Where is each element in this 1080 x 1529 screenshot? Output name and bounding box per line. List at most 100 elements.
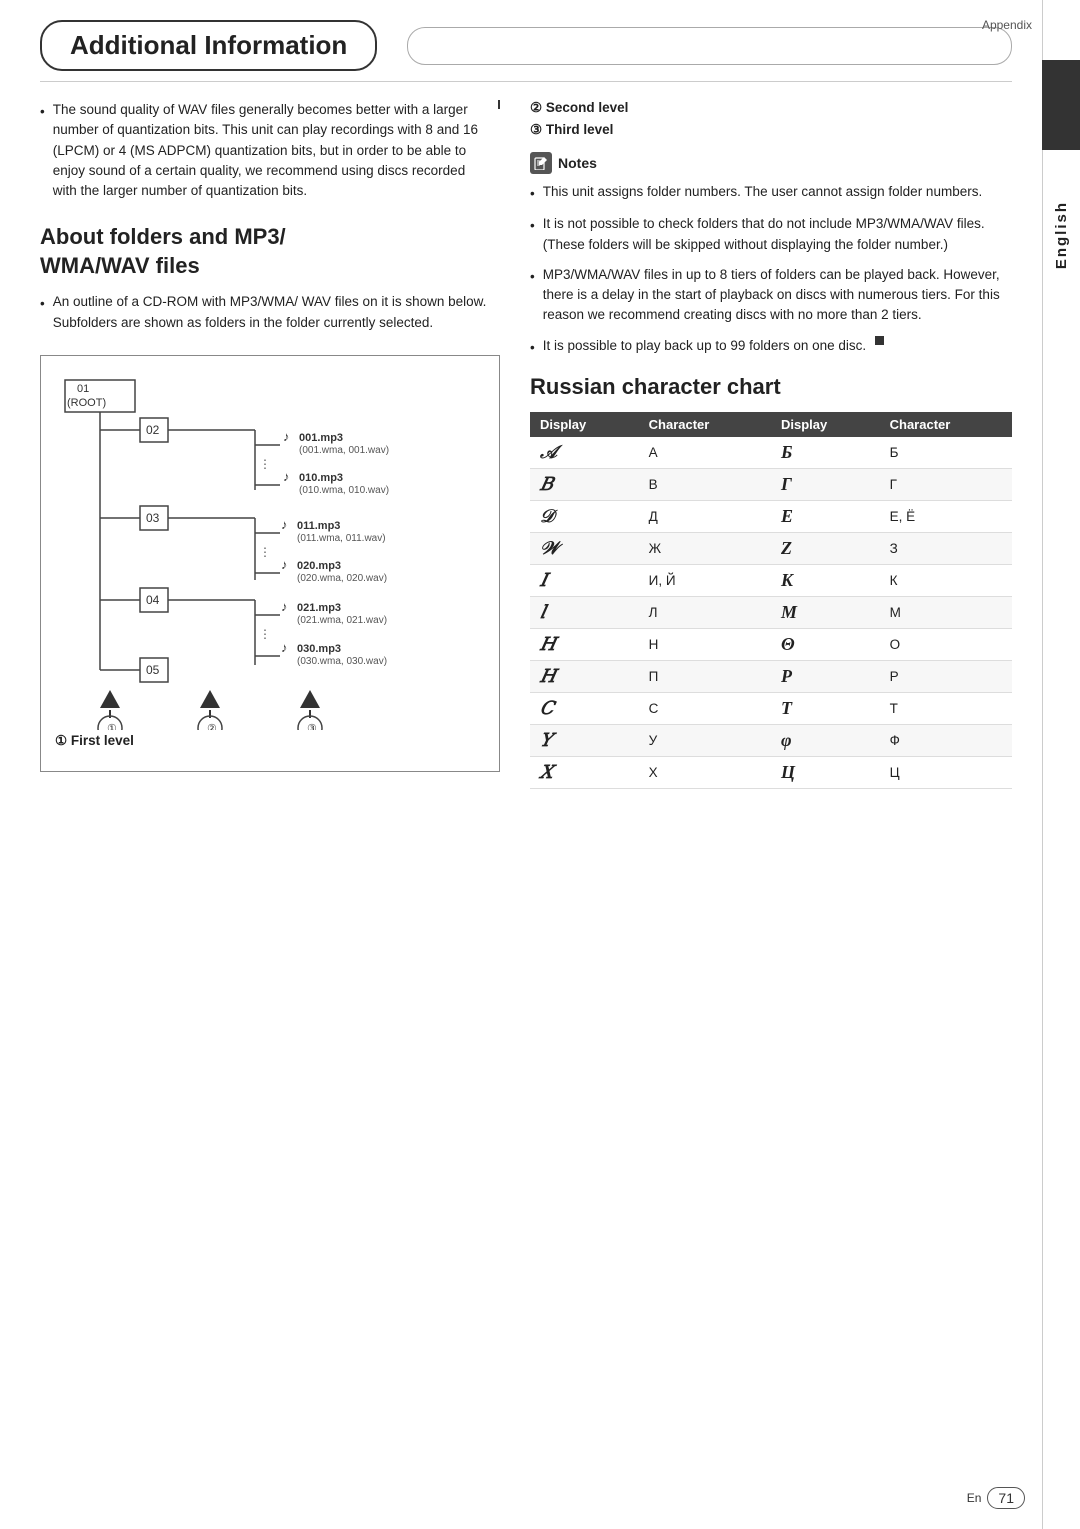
char-1: С (639, 692, 771, 724)
svg-text:02: 02 (146, 423, 160, 437)
third-level-text: ③ Third level (530, 122, 613, 138)
right-tab: English (1042, 0, 1080, 1529)
intro-text: The sound quality of WAV files generally… (53, 100, 489, 201)
char-1: Н (639, 628, 771, 660)
svg-text:020.mp3: 020.mp3 (297, 560, 341, 572)
bullet-dot-n4: • (530, 338, 535, 358)
svg-text:(020.wma, 020.wav): (020.wma, 020.wav) (297, 573, 387, 584)
display-char-1: 𝐵 (530, 468, 639, 500)
display-char-2: Κ (771, 564, 880, 596)
svg-text:05: 05 (146, 663, 160, 677)
char-2: Б (880, 437, 1012, 469)
second-level: ② Second level (530, 100, 1012, 116)
svg-text:03: 03 (146, 511, 160, 525)
note-item-4: • It is possible to play back up to 99 f… (530, 336, 1012, 358)
stop-icon (498, 100, 500, 109)
col-header-char1: Character (639, 412, 771, 437)
col-header-display1: Display (530, 412, 639, 437)
svg-text:♪: ♪ (283, 429, 290, 444)
bullet-dot-2: • (40, 294, 45, 333)
svg-text:♪: ♪ (283, 469, 290, 484)
note-item-3: • MP3/WMA/WAV files in up to 8 tiers of … (530, 265, 1012, 326)
two-columns: • The sound quality of WAV files general… (40, 100, 1012, 789)
note-item-1: • This unit assigns folder numbers. The … (530, 182, 1012, 204)
bullet-dot-n2: • (530, 216, 535, 255)
svg-text:(010.wma, 010.wav): (010.wma, 010.wav) (299, 485, 389, 496)
en-label: En (967, 1491, 982, 1505)
svg-text:(ROOT): (ROOT) (67, 397, 106, 409)
note-text-4: It is possible to play back up to 99 fol… (543, 336, 866, 358)
page-title: Additional Information (40, 20, 377, 71)
table-row: 𝐻 П Ρ Р (530, 660, 1012, 692)
svg-text:001.mp3: 001.mp3 (299, 432, 343, 444)
notes-title: Notes (558, 155, 597, 171)
table-row: 𝐵 В Г Г (530, 468, 1012, 500)
display-char-2: Ρ (771, 660, 880, 692)
display-char-2: Τ (771, 692, 880, 724)
svg-text:021.mp3: 021.mp3 (297, 602, 341, 614)
intro-bullet-section: • The sound quality of WAV files general… (40, 100, 500, 201)
char-1: Л (639, 596, 771, 628)
stop-icon-2 (875, 336, 884, 345)
header-right-box (407, 27, 1012, 65)
col-header-display2: Display (771, 412, 880, 437)
note-text-1: This unit assigns folder numbers. The us… (543, 182, 982, 204)
notes-box: Notes • This unit assigns folder numbers… (530, 152, 1012, 358)
svg-text:③: ③ (307, 723, 317, 730)
char-2: М (880, 596, 1012, 628)
bullet-dot-n3: • (530, 267, 535, 326)
char-1: Ж (639, 532, 771, 564)
display-char-1: 𝒲 (530, 532, 639, 564)
table-row: 𝒟 Д Ε Е, Ё (530, 500, 1012, 532)
russian-chart-heading: Russian character chart (530, 374, 1012, 400)
display-char-1: 𝐻 (530, 660, 639, 692)
display-char-1: 𝐶 (530, 692, 639, 724)
russian-char-table: Display Character Display Character 𝒜 А … (530, 412, 1012, 789)
table-row: 𝐶 С Τ Т (530, 692, 1012, 724)
char-1: У (639, 724, 771, 756)
display-char-2: Б (771, 437, 880, 469)
folders-bullet: • An outline of a CD-ROM with MP3/WMA/ W… (40, 292, 500, 333)
third-level: ③ Third level (530, 122, 1012, 138)
language-tab-label: English (1042, 60, 1080, 410)
table-row: 𝒲 Ж Ζ З (530, 532, 1012, 564)
notes-icon (530, 152, 552, 174)
svg-text:②: ② (207, 723, 217, 730)
svg-text:⋮: ⋮ (259, 627, 271, 641)
bullet-dot-n1: • (530, 184, 535, 204)
page-footer: En 71 (967, 1487, 1025, 1509)
display-char-1: 𝒜 (530, 437, 639, 469)
svg-text:01: 01 (77, 383, 89, 395)
right-column: ② Second level ③ Third level (530, 100, 1012, 789)
svg-text:(011.wma, 011.wav): (011.wma, 011.wav) (297, 533, 386, 544)
display-char-1: 𝒟 (530, 500, 639, 532)
char-1: Д (639, 500, 771, 532)
char-1: Х (639, 756, 771, 788)
char-2: Г (880, 468, 1012, 500)
svg-text:♪: ♪ (281, 599, 288, 614)
note-item-2: • It is not possible to check folders th… (530, 214, 1012, 255)
folder-diagram-svg: 01 (ROOT) 02 ♪ 001.mp3 (001.wma, 001 (55, 370, 475, 730)
char-2: К (880, 564, 1012, 596)
appendix-label: Appendix (982, 18, 1032, 32)
char-1: А (639, 437, 771, 469)
display-char-1: 𝑌 (530, 724, 639, 756)
display-char-2: Ц (771, 756, 880, 788)
first-level-label: ① First level (55, 733, 489, 749)
display-char-1: 𝐼 (530, 564, 639, 596)
main-content: Additional Information • The sound quali… (0, 0, 1042, 819)
note-text-3: MP3/WMA/WAV files in up to 8 tiers of fo… (543, 265, 1012, 326)
page-number: 71 (987, 1487, 1025, 1509)
table-row: 𝑋 Х Ц Ц (530, 756, 1012, 788)
pencil-icon (534, 156, 548, 170)
char-2: Ц (880, 756, 1012, 788)
char-2: Е, Ё (880, 500, 1012, 532)
display-char-2: φ (771, 724, 880, 756)
table-row: 𝑙 Л Μ М (530, 596, 1012, 628)
notes-header: Notes (530, 152, 1012, 174)
svg-text:(021.wma, 021.wav): (021.wma, 021.wav) (297, 615, 387, 626)
bullet-dot: • (40, 102, 45, 201)
svg-text:010.mp3: 010.mp3 (299, 472, 343, 484)
note-text-2: It is not possible to check folders that… (543, 214, 1012, 255)
display-char-2: Г (771, 468, 880, 500)
